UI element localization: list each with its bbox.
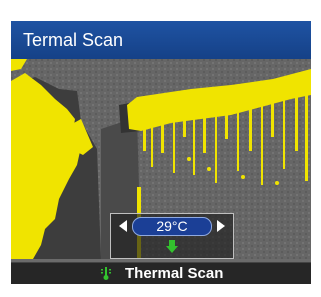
- status-bar: Thermal Scan: [11, 262, 311, 284]
- status-label: Thermal Scan: [125, 265, 224, 282]
- arrow-right-icon[interactable]: [213, 218, 229, 234]
- temperature-value: 29°C: [132, 217, 212, 236]
- window-title: Termal Scan: [11, 21, 311, 59]
- arrow-down-icon[interactable]: [165, 240, 179, 254]
- thermometer-icon: [101, 267, 111, 280]
- thermal-scan-panel: Termal Scan 29°C Thermal Scan: [11, 21, 311, 284]
- temperature-readout-widget: 29°C: [110, 213, 234, 259]
- arrow-left-icon[interactable]: [115, 218, 131, 234]
